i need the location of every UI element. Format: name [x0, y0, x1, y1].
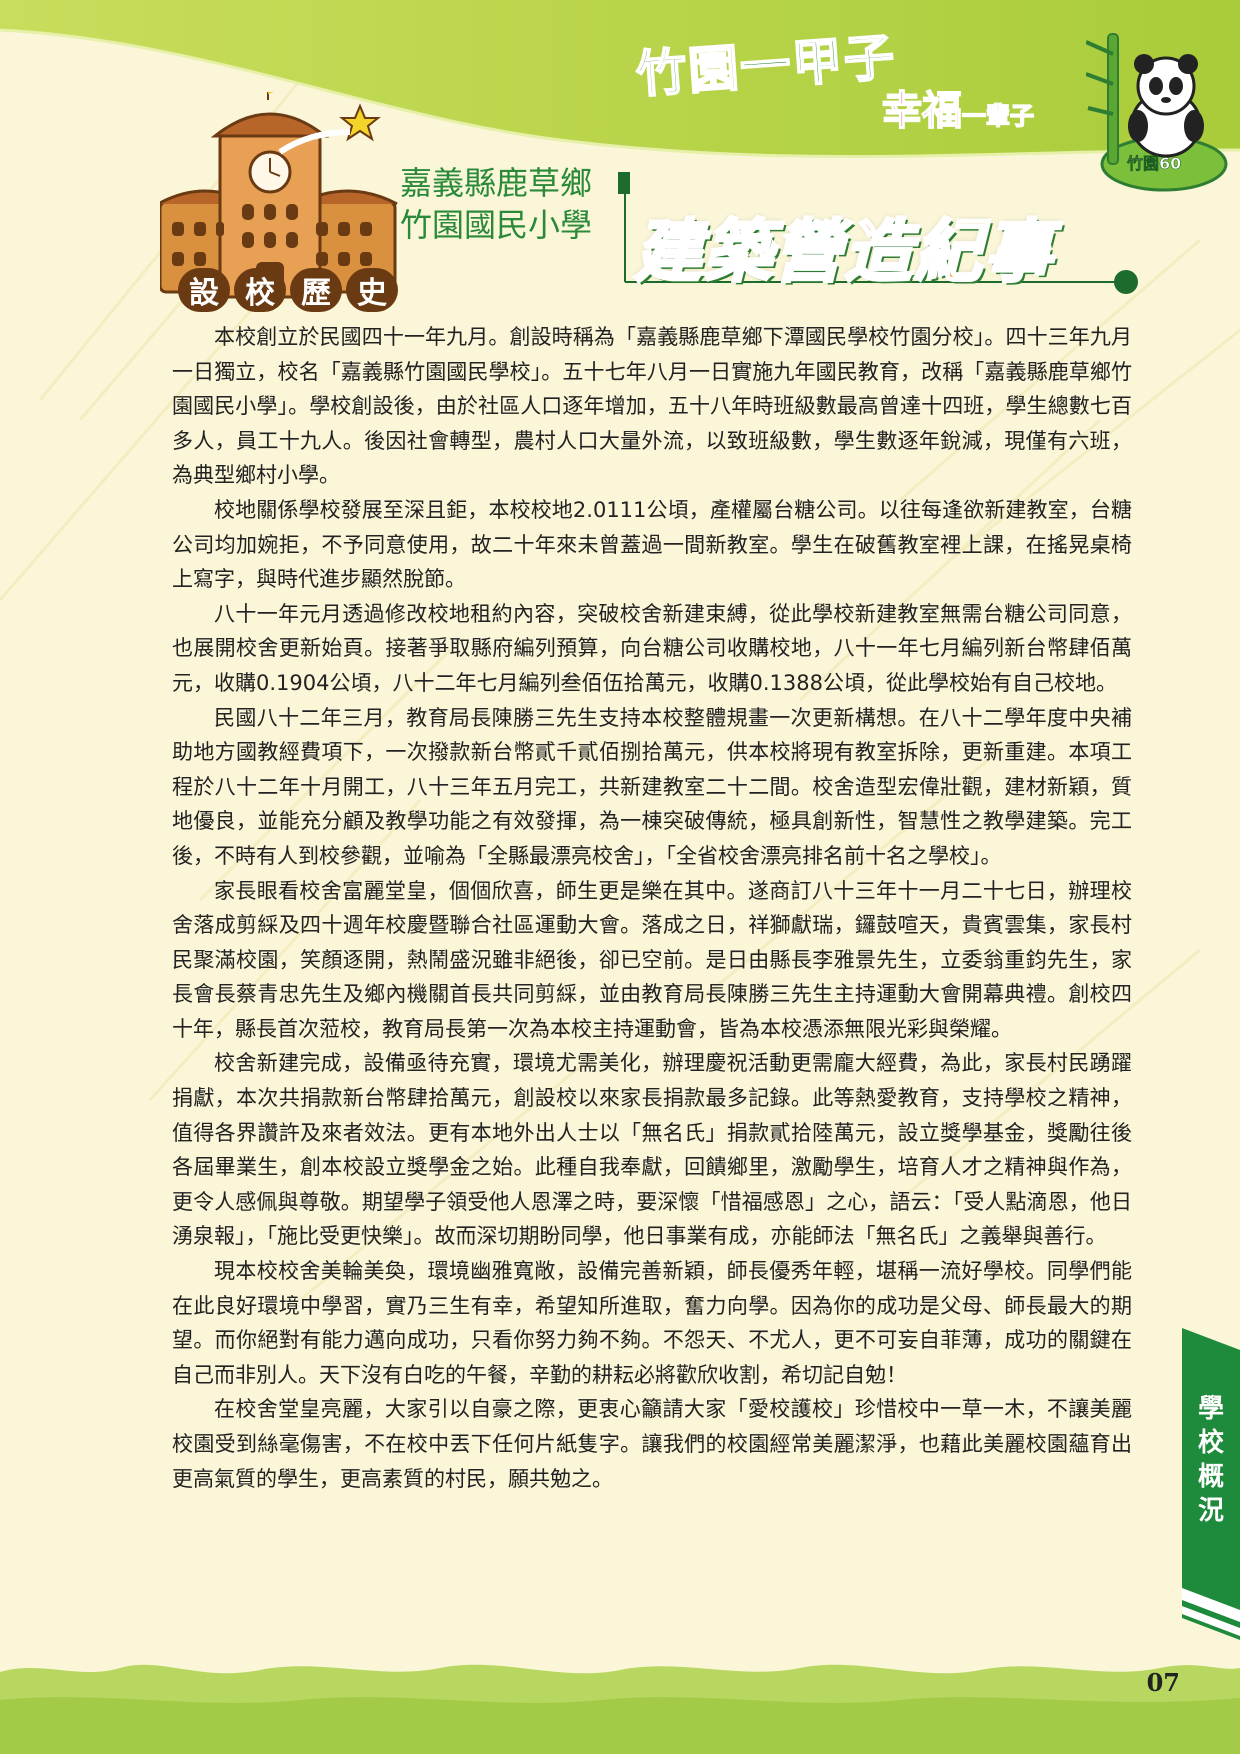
paragraph: 在校舍堂皇亮麗，大家引以自豪之際，更衷心籲請大家「愛校護校」珍惜校中一草一木，不…	[172, 1397, 1132, 1491]
paragraph: 民國八十二年三月，教育局長陳勝三先生支持本校整體規畫一次更新構想。在八十二學年度…	[172, 705, 1132, 868]
paragraph: 現本校校舍美輪美奐，環境幽雅寬敞，設備完善新穎，師長優秀年輕，堪稱一流好學校。同…	[172, 1259, 1132, 1387]
badge-char: 設	[178, 268, 230, 312]
slogan-sub-small: 一輩子	[961, 101, 1035, 131]
county-line: 嘉義縣鹿草鄉	[400, 164, 593, 202]
paragraph: 家長眼看校舍富麗堂皇，個個欣喜，師生更是樂在其中。遂商訂八十三年十一月二十七日，…	[172, 878, 1132, 1041]
badge-char: 歷	[290, 268, 342, 312]
page-number: 07	[1146, 1668, 1180, 1697]
article-body: 本校創立於民國四十一年九月。創設時稱為「嘉義縣鹿草鄉下潭國民學校竹園分校」。四十…	[172, 320, 1132, 1496]
section-side-tab: 學校概況	[1182, 1328, 1240, 1628]
slogan-sub: 幸福一輩子	[881, 78, 1035, 136]
section-badge: 設 校 歷 史	[178, 268, 398, 312]
paragraph: 本校創立於民國四十一年九月。創設時稱為「嘉義縣鹿草鄉下潭國民學校竹園分校」。四十…	[172, 325, 1132, 488]
badge-char: 史	[346, 268, 398, 312]
side-tab-char: 況	[1197, 1496, 1224, 1526]
school-line: 竹園國民小學	[400, 206, 593, 244]
side-tab-char: 概	[1197, 1462, 1224, 1492]
page-title: 建築營造紀事	[632, 212, 1055, 294]
paragraph: 校舍新建完成，設備亟待充實，環境尤需美化，辦理慶祝活動更需龐大經費，為此，家長村…	[172, 1051, 1132, 1249]
logo-text: 竹園60	[1127, 154, 1182, 174]
paragraph: 校地關係學校發展至深且鉅，本校校地2.0111公頃，產權屬台糖公司。以往每逢欲新…	[172, 497, 1132, 592]
slogan-sub-main: 幸福	[881, 87, 963, 135]
paragraph: 八十一年元月透過修改校地租約內容，突破校舍新建束縛，從此學校新建教室無需台糖公司…	[172, 601, 1132, 695]
school-name: 嘉義縣鹿草鄉 竹園國民小學	[400, 162, 592, 246]
badge-char: 校	[234, 268, 286, 312]
side-tab-label: 學校概況	[1182, 1392, 1240, 1528]
side-tab-char: 校	[1197, 1428, 1224, 1458]
side-tab-char: 學	[1197, 1394, 1224, 1424]
